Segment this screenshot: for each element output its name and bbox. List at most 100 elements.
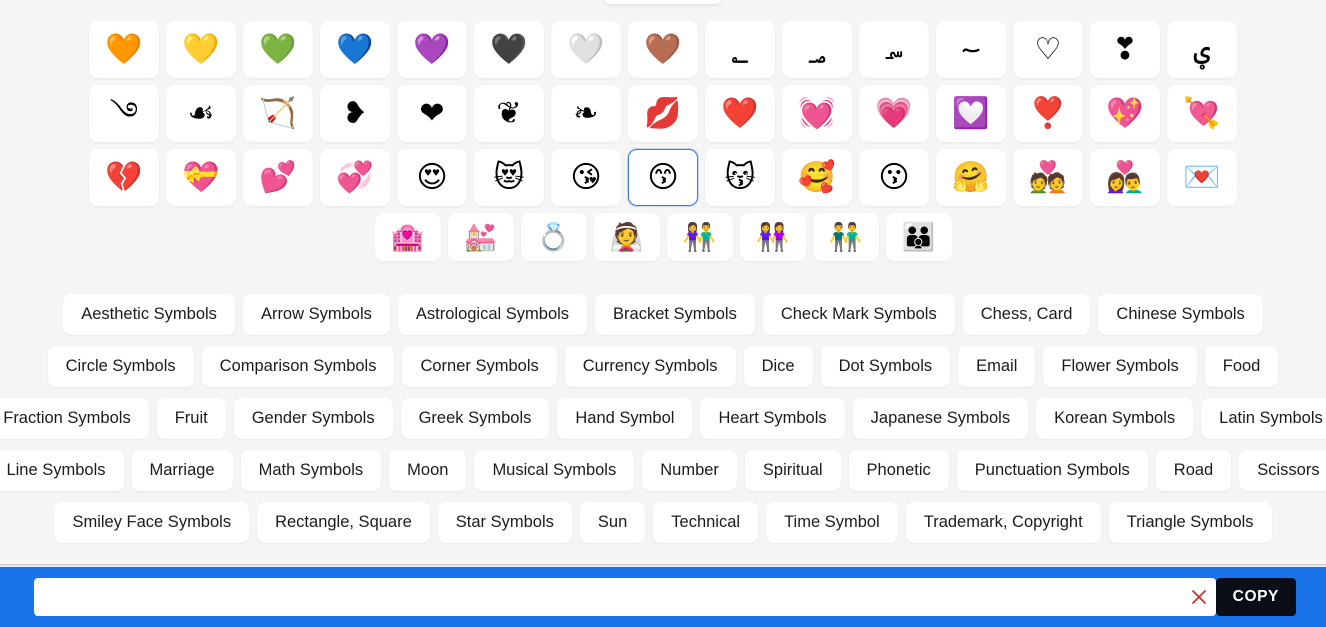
- category-button-trademark-copyright[interactable]: Trademark, Copyright: [905, 501, 1101, 543]
- emoji-cell-love-hotel[interactable]: 🏩: [374, 213, 441, 261]
- emoji-cell-arabic-number-mark-heart[interactable]: ؅: [936, 21, 1006, 78]
- emoji-cell-kissing-face-with-smiling-eyes[interactable]: 😙: [628, 149, 698, 206]
- category-button-gender-symbols[interactable]: Gender Symbols: [233, 397, 393, 439]
- category-button-aesthetic-symbols[interactable]: Aesthetic Symbols: [63, 294, 235, 335]
- category-button-road[interactable]: Road: [1155, 449, 1232, 491]
- category-button-musical-symbols[interactable]: Musical Symbols: [474, 449, 635, 491]
- category-button-line-symbols[interactable]: Line Symbols: [0, 449, 124, 491]
- emoji-cell-couple-with-heart[interactable]: 💑: [1013, 149, 1083, 206]
- emoji-cell-women-holding-hands[interactable]: 👭: [739, 213, 806, 261]
- category-button-fruit[interactable]: Fruit: [156, 397, 226, 439]
- category-button-check-mark-symbols[interactable]: Check Mark Symbols: [762, 294, 955, 335]
- emoji-cell-white-heart[interactable]: 🤍: [551, 21, 621, 78]
- emoji-cell-family[interactable]: 👪: [885, 213, 952, 261]
- category-button-greek-symbols[interactable]: Greek Symbols: [400, 397, 550, 439]
- category-button-japanese-symbols[interactable]: Japanese Symbols: [852, 397, 1029, 439]
- category-button-currency-symbols[interactable]: Currency Symbols: [564, 345, 736, 387]
- emoji-cell-beating-heart[interactable]: 💓: [782, 85, 852, 142]
- emoji-cell-ring[interactable]: 💍: [520, 213, 587, 261]
- emoji-cell-kiss-mark[interactable]: 💋: [628, 85, 698, 142]
- category-button-technical[interactable]: Technical: [653, 501, 759, 543]
- emoji-cell-rotated-floral-heart-bullet[interactable]: ❧: [551, 85, 621, 142]
- category-button-dice[interactable]: Dice: [743, 345, 813, 387]
- category-button-korean-symbols[interactable]: Korean Symbols: [1036, 397, 1194, 439]
- category-button-email[interactable]: Email: [958, 345, 1036, 387]
- emoji-cell-wedding-chapel[interactable]: 💒: [447, 213, 514, 261]
- emoji-cell-sparkling-heart[interactable]: 💖: [1090, 85, 1160, 142]
- category-button-sun[interactable]: Sun: [579, 501, 646, 543]
- category-button-circle-symbols[interactable]: Circle Symbols: [47, 345, 194, 387]
- category-button-flower-symbols[interactable]: Flower Symbols: [1043, 345, 1197, 387]
- category-button-smiley-face-symbols[interactable]: Smiley Face Symbols: [54, 501, 250, 543]
- category-button-fraction-symbols[interactable]: Fraction Symbols: [0, 397, 149, 439]
- category-button-arrow-symbols[interactable]: Arrow Symbols: [242, 294, 390, 335]
- category-button-bracket-symbols[interactable]: Bracket Symbols: [595, 294, 755, 335]
- copy-input-wrapper[interactable]: [34, 578, 1216, 616]
- category-button-hand-symbol[interactable]: Hand Symbol: [557, 397, 693, 439]
- category-button-time-symbol[interactable]: Time Symbol: [766, 501, 898, 543]
- emoji-cell-purple-heart[interactable]: 💜: [397, 21, 467, 78]
- emoji-cell-couple-with-heart-woman-man[interactable]: 👩‍❤️‍👨: [1090, 149, 1160, 206]
- category-button-number[interactable]: Number: [642, 449, 737, 491]
- emoji-cell-two-hearts[interactable]: 💕: [243, 149, 313, 206]
- emoji-cell-heavy-black-heart[interactable]: ❤: [397, 85, 467, 142]
- category-button-math-symbols[interactable]: Math Symbols: [240, 449, 382, 491]
- copy-button[interactable]: COPY: [1215, 578, 1296, 616]
- category-button-heart-symbols[interactable]: Heart Symbols: [700, 397, 845, 439]
- category-button-scissors[interactable]: Scissors: [1239, 449, 1326, 491]
- emoji-cell-blue-heart[interactable]: 💙: [320, 21, 390, 78]
- emoji-cell-face-blowing-a-kiss[interactable]: 😘: [551, 149, 621, 206]
- copy-input[interactable]: [34, 578, 1182, 616]
- emoji-cell-men-holding-hands[interactable]: 👬: [812, 213, 879, 261]
- emoji-cell-rotated-heavy-black-heart[interactable]: ❥: [320, 85, 390, 142]
- emoji-cell-kissing-face[interactable]: 😗: [859, 149, 929, 206]
- emoji-cell-smiling-cat-with-heart-eyes[interactable]: 😻: [474, 149, 544, 206]
- category-button-latin-symbols[interactable]: Latin Symbols: [1201, 397, 1326, 439]
- emoji-cell-smiling-face-with-open-hands[interactable]: 🤗: [936, 149, 1006, 206]
- category-button-spiritual[interactable]: Spiritual: [744, 449, 841, 491]
- category-button-dot-symbols[interactable]: Dot Symbols: [820, 345, 951, 387]
- emoji-cell-smiling-face-with-heart-eyes[interactable]: 😍: [397, 149, 467, 206]
- category-button-food[interactable]: Food: [1204, 345, 1279, 387]
- category-button-corner-symbols[interactable]: Corner Symbols: [402, 345, 557, 387]
- emoji-cell-arabic-sign-safha-heart[interactable]: ؃: [782, 21, 852, 78]
- category-button-chess-card[interactable]: Chess, Card: [962, 294, 1091, 335]
- emoji-cell-tibetan-heart-mark[interactable]: ࿓: [89, 85, 159, 142]
- emoji-cell-arabic-footnote-marker-heart[interactable]: ؂: [705, 21, 775, 78]
- emoji-cell-revolving-hearts[interactable]: 💞: [320, 149, 390, 206]
- emoji-cell-smiling-face-with-hearts[interactable]: 🥰: [782, 149, 852, 206]
- emoji-cell-red-heart[interactable]: ❤️: [705, 85, 775, 142]
- emoji-cell-woman-and-man-holding-hands[interactable]: 👫: [666, 213, 733, 261]
- emoji-cell-arabic-letter-kashmiri-yeh-heart[interactable]: ؠ: [1167, 21, 1237, 78]
- category-button-phonetic[interactable]: Phonetic: [848, 449, 949, 491]
- emoji-cell-heavy-heart-exclamation-outline[interactable]: ❣: [1090, 21, 1160, 78]
- emoji-cell-love-letter[interactable]: 💌: [1167, 149, 1237, 206]
- emoji-cell-heart-exclamation[interactable]: ❣️: [1013, 85, 1083, 142]
- emoji-cell-heart-with-ribbon[interactable]: 💝: [166, 149, 236, 206]
- emoji-cell-brown-heart[interactable]: 🤎: [628, 21, 698, 78]
- emoji-cell-black-heart[interactable]: 🖤: [474, 21, 544, 78]
- category-button-marriage[interactable]: Marriage: [131, 449, 233, 491]
- category-button-astrological-symbols[interactable]: Astrological Symbols: [397, 294, 588, 335]
- category-button-moon[interactable]: Moon: [389, 449, 467, 491]
- emoji-cell-arabic-sign-samvat-heart[interactable]: ؄: [859, 21, 929, 78]
- category-button-star-symbols[interactable]: Star Symbols: [437, 501, 572, 543]
- category-button-triangle-symbols[interactable]: Triangle Symbols: [1108, 501, 1272, 543]
- emoji-cell-bow-and-arrow[interactable]: 🏹: [243, 85, 313, 142]
- emoji-cell-bride-with-veil[interactable]: 👰: [593, 213, 660, 261]
- emoji-cell-reversed-rotated-floral-heart[interactable]: ☙: [166, 85, 236, 142]
- category-button-comparison-symbols[interactable]: Comparison Symbols: [201, 345, 395, 387]
- emoji-cell-floral-heart[interactable]: ❦: [474, 85, 544, 142]
- emoji-cell-growing-heart[interactable]: 💗: [859, 85, 929, 142]
- emoji-cell-white-heart-suit[interactable]: ♡: [1013, 21, 1083, 78]
- emoji-cell-orange-heart[interactable]: 🧡: [89, 21, 159, 78]
- category-button-chinese-symbols[interactable]: Chinese Symbols: [1098, 294, 1263, 335]
- emoji-cell-green-heart[interactable]: 💚: [243, 21, 313, 78]
- emoji-cell-yellow-heart[interactable]: 💛: [166, 21, 236, 78]
- emoji-cell-kissing-cat[interactable]: 😽: [705, 149, 775, 206]
- clear-icon[interactable]: [1182, 578, 1216, 616]
- emoji-cell-heart-with-arrow[interactable]: 💘: [1167, 85, 1237, 142]
- category-button-punctuation-symbols[interactable]: Punctuation Symbols: [956, 449, 1148, 491]
- emoji-cell-broken-heart[interactable]: 💔: [89, 149, 159, 206]
- category-button-rectangle-square[interactable]: Rectangle, Square: [257, 501, 430, 543]
